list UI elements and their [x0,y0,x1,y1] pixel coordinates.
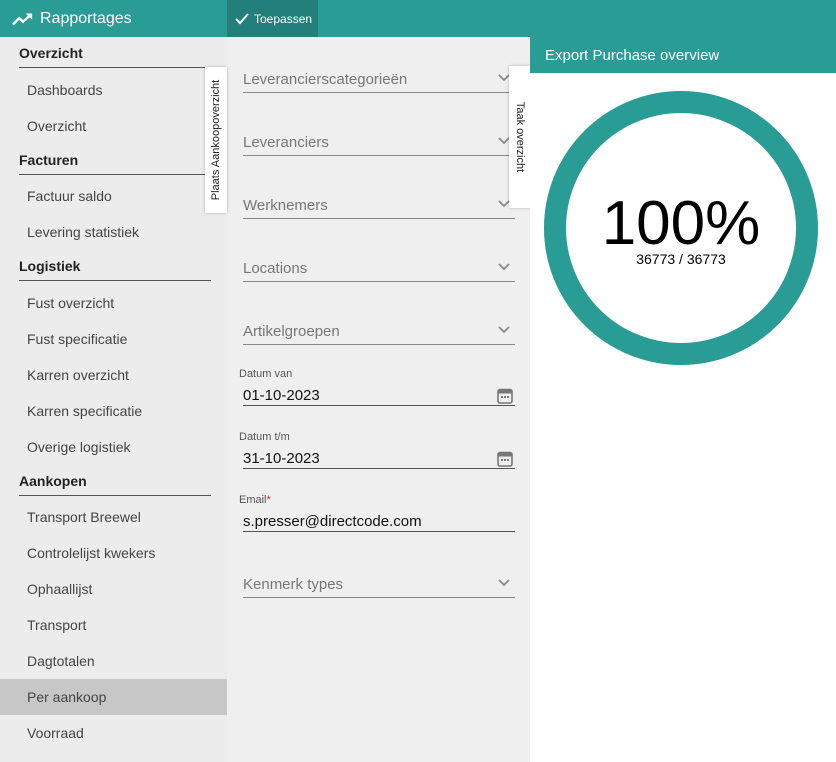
select-label: Leverancierscategorieën [243,71,408,88]
tab-taak-overzicht[interactable]: Taak overzicht [509,66,530,208]
leveranciers-select[interactable]: Leveranciers [243,116,515,156]
sidebar-item-overzicht[interactable]: Overzicht [0,108,227,144]
apply-button[interactable]: Toepassen [227,0,318,37]
sidebar-item-transport-breewel[interactable]: Transport Breewel [0,499,227,535]
date-to-field: Datum t/m 31-10-2023 [239,431,515,469]
sidebar-item-label: Voorraad [27,725,84,741]
required-mark: * [266,494,271,506]
sidebar-section-title: Overzicht [19,45,83,61]
chevron-down-icon [498,263,510,271]
date-from-label: Datum van [239,368,293,380]
sidebar-item-label: Overige logistiek [27,439,131,455]
export-title: Export Purchase overview [545,46,720,64]
locations-select[interactable]: Locations [243,242,515,282]
check-icon [235,12,249,24]
chevron-down-icon [498,579,510,587]
app-brand[interactable]: Rapportages [0,0,227,37]
divider [19,495,211,496]
date-to-input[interactable]: 31-10-2023 [243,444,515,469]
sidebar-item-label: Overzicht [27,118,87,134]
sidebar-item-overige-logistiek[interactable]: Overige logistiek [0,429,227,465]
sidebar-item-karren-specificatie[interactable]: Karren specificatie [0,393,227,429]
sidebar-section-title: Facturen [19,152,79,168]
app-title: Rapportages [40,9,132,27]
sidebar-item-label: Controlelijst kwekers [27,545,156,561]
email-input[interactable]: s.presser@directcode.com [243,507,515,532]
sidebar-section-aankopen: Aankopen [19,473,211,496]
sidebar-item-per-aankoop[interactable]: Per aankoop [0,679,227,715]
sidebar-section-facturen: Facturen [19,152,211,175]
select-label: Leveranciers [243,134,329,151]
sidebar-item-label: Dashboards [27,82,103,98]
kenmerk-types-select[interactable]: Kenmerk types [243,558,515,598]
export-panel-header: Export Purchase overview [530,37,836,73]
select-label: Werknemers [243,197,328,214]
sidebar-item-fust-overzicht[interactable]: Fust overzicht [0,285,227,321]
sidebar-item-label: Transport Breewel [27,509,141,525]
artikelgroepen-select[interactable]: Artikelgroepen [243,305,515,345]
date-from-input[interactable]: 01-10-2023 [243,381,515,406]
sidebar-item-transport[interactable]: Transport [0,607,227,643]
calendar-icon[interactable] [497,450,513,467]
select-label: Kenmerk types [243,576,344,593]
apply-button-label: Toepassen [254,11,313,26]
sidebar-item-karren-overzicht[interactable]: Karren overzicht [0,357,227,393]
sidebar-item-label: Dagtotalen [27,653,95,669]
sidebar-section-overzicht: Overzicht [19,45,211,68]
email-label: Email* [239,494,515,506]
sidebar-item-factuur-saldo[interactable]: Factuur saldo [0,178,227,214]
calendar-icon[interactable] [497,387,513,404]
sidebar-item-voorraad[interactable]: Voorraad [0,715,227,751]
sidebar-item-label: Levering statistiek [27,224,140,240]
select-label: Artikelgroepen [243,323,340,340]
select-label: Locations [243,260,308,277]
filter-form: Leverancierscategorieën Leveranciers Wer… [227,37,530,762]
tab-label: Plaats Aankoopoverzicht [210,79,222,201]
werknemers-select[interactable]: Werknemers [243,179,515,219]
export-panel: Export Purchase overview 100% 36773 / 36… [530,37,836,762]
date-from-field: Datum van 01-10-2023 [239,368,515,406]
sidebar-section-title: Aankopen [19,473,87,489]
sidebar-item-controlelijst-kwekers[interactable]: Controlelijst kwekers [0,535,227,571]
tab-plaats-aankoopoverzicht[interactable]: Plaats Aankoopoverzicht [205,67,227,213]
sidebar-item-label: Fust specificatie [27,331,128,347]
progress-percent: 100% [601,189,761,258]
tab-label: Taak overzicht [513,101,526,173]
sidebar-item-label: Fust overzicht [27,295,115,311]
sidebar: Overzicht Dashboards Overzicht Facturen … [0,37,227,762]
sidebar-item-label: Karren overzicht [27,367,129,383]
sidebar-item-dashboards[interactable]: Dashboards [0,72,227,108]
leverancierscategorieen-select[interactable]: Leverancierscategorieën [243,53,515,93]
email-label-text: Email [239,494,267,506]
progress-count: 36773 / 36773 [636,251,726,267]
sidebar-section-title: Logistiek [19,258,81,274]
divider [19,174,211,175]
divider [19,280,211,281]
sidebar-item-dagtotalen[interactable]: Dagtotalen [0,643,227,679]
sidebar-item-label: Per aankoop [27,689,107,705]
divider [19,67,211,68]
sidebar-section-logistiek: Logistiek [19,258,211,281]
date-to-label: Datum t/m [239,431,290,443]
email-field: Email* s.presser@directcode.com [239,494,515,532]
sidebar-item-ophaallijst[interactable]: Ophaallijst [0,571,227,607]
sidebar-item-label: Ophaallijst [27,581,93,597]
sidebar-item-fust-specificatie[interactable]: Fust specificatie [0,321,227,357]
sidebar-item-label: Factuur saldo [27,188,112,204]
sidebar-item-label: Transport [27,617,87,633]
top-bar: Rapportages Toepassen [0,0,836,37]
sidebar-item-label: Karren specificatie [27,403,143,419]
sidebar-item-levering-statistiek[interactable]: Levering statistiek [0,214,227,250]
trending-up-icon [12,13,33,25]
chevron-down-icon [498,326,510,334]
